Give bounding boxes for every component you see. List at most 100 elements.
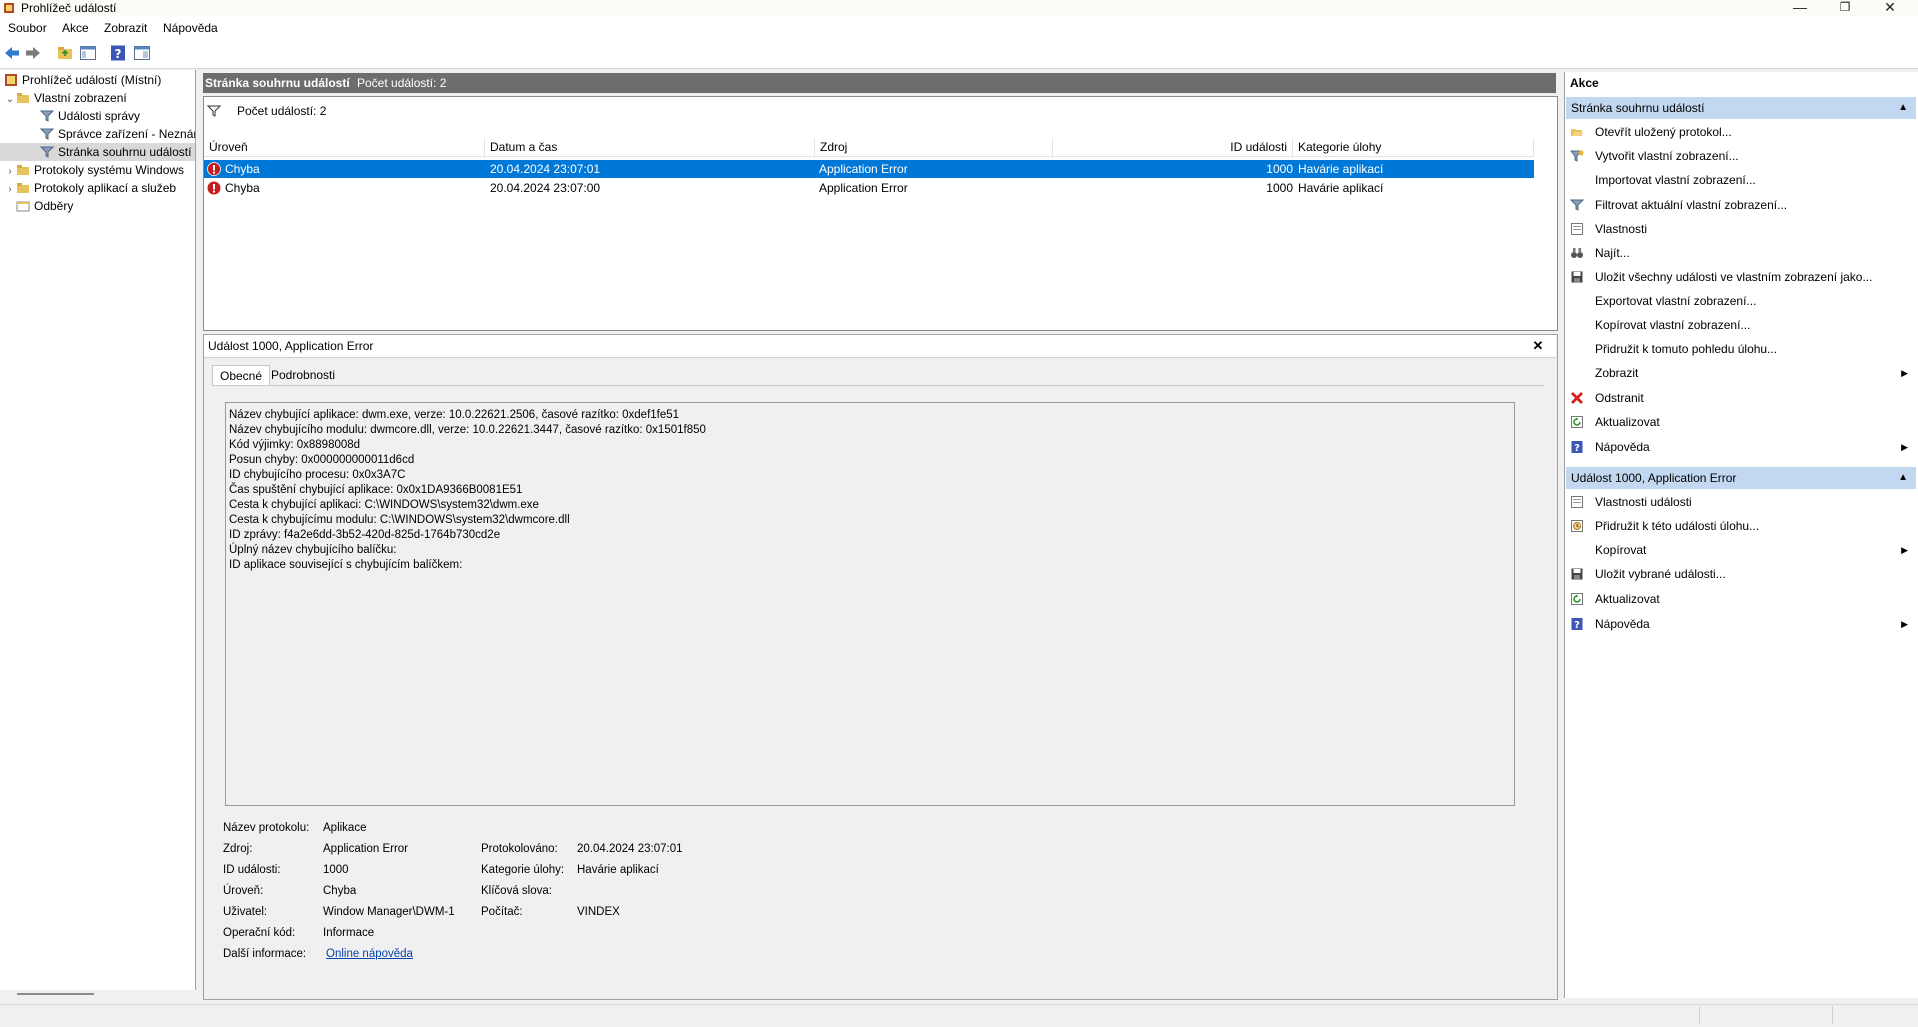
tree-item-admin-events[interactable]: Události správy <box>0 107 195 125</box>
center-header-count: Počet událostí: 2 <box>357 76 447 90</box>
cell-datetime: 20.04.2024 23:07:00 <box>490 181 601 195</box>
action-filter-current-view[interactable]: Filtrovat aktuální vlastní zobrazení... <box>1566 193 1916 217</box>
show-hide-action-pane-icon[interactable] <box>133 44 151 62</box>
menu-napoveda[interactable]: Nápověda <box>163 16 218 40</box>
back-arrow-icon[interactable] <box>3 44 21 62</box>
action-label: Přidružit k této události úlohu... <box>1595 519 1760 533</box>
delete-x-icon <box>1571 392 1583 404</box>
properties-icon <box>1571 496 1583 508</box>
maximize-button[interactable]: ❐ <box>1823 0 1867 16</box>
minimize-button[interactable]: — <box>1778 0 1822 16</box>
tree-item-subscriptions[interactable]: Odběry <box>0 197 195 215</box>
field-label-event-id: ID události: <box>223 864 281 876</box>
action-view-submenu[interactable]: Zobrazit ▶ <box>1566 361 1916 385</box>
refresh-icon <box>1571 416 1583 428</box>
description-line: Název chybující aplikace: dwm.exe, verze… <box>229 409 680 421</box>
action-event-properties[interactable]: Vlastnosti události <box>1566 490 1916 514</box>
chevron-down-icon[interactable]: ⌄ <box>4 91 16 109</box>
event-description-box[interactable] <box>225 402 1515 806</box>
tree-label-subscriptions: Odběry <box>34 199 74 213</box>
forward-arrow-icon[interactable] <box>24 44 42 62</box>
field-label-user: Uživatel: <box>223 906 268 918</box>
action-label: Aktualizovat <box>1595 415 1660 429</box>
tab-details[interactable]: Podrobnosti <box>264 365 342 385</box>
filter-icon <box>40 146 54 158</box>
actions-title: Akce <box>1564 72 1918 94</box>
tree-item-summary-page[interactable]: Stránka souhrnu událostí <box>0 143 195 161</box>
action-export-custom-view[interactable]: Exportovat vlastní zobrazení... <box>1566 289 1916 313</box>
action-label: Vlastnosti události <box>1595 495 1692 509</box>
table-row[interactable]: Chyba 20.04.2024 23:07:00 Application Er… <box>204 179 1534 197</box>
collapse-up-icon[interactable]: ▲ <box>1898 97 1908 119</box>
description-line: Cesta k chybujícímu modulu: C:\WINDOWS\s… <box>229 514 570 526</box>
action-copy-submenu[interactable]: Kopírovat ▶ <box>1566 538 1916 562</box>
field-value-log-name: Aplikace <box>323 822 367 834</box>
action-label: Exportovat vlastní zobrazení... <box>1595 294 1757 308</box>
action-copy-custom-view[interactable]: Kopírovat vlastní zobrazení... <box>1566 313 1916 337</box>
help-icon[interactable]: ? <box>109 44 127 62</box>
tab-divider <box>212 385 1544 386</box>
field-value-task-category: Havárie aplikací <box>577 864 659 876</box>
tree-item-custom-views[interactable]: ⌄ Vlastní zobrazení <box>0 89 195 107</box>
action-label: Importovat vlastní zobrazení... <box>1595 173 1756 187</box>
field-value-user: Window Manager\DWM-1 <box>323 906 455 918</box>
action-save-all-events[interactable]: Uložit všechny události ve vlastním zobr… <box>1566 265 1916 289</box>
section-event-1000[interactable]: Událost 1000, Application Error ▲ <box>1566 467 1916 489</box>
cell-task-category: Havárie aplikací <box>1298 162 1384 176</box>
action-label: Přidružit k tomuto pohledu úlohu... <box>1595 342 1778 356</box>
action-create-custom-view[interactable]: Vytvořit vlastní zobrazení... <box>1566 144 1916 168</box>
tree-item-device-manager[interactable]: Správce zařízení - Neznár <box>0 125 195 143</box>
action-help-submenu[interactable]: ? Nápověda ▶ <box>1566 435 1916 459</box>
action-attach-task-to-view[interactable]: Přidružit k tomuto pohledu úlohu... <box>1566 337 1916 361</box>
error-icon <box>207 162 221 176</box>
description-line: Cesta k chybující aplikaci: C:\WINDOWS\s… <box>229 499 539 511</box>
tree-horizontal-scrollbar[interactable] <box>17 993 94 995</box>
menu-akce[interactable]: Akce <box>62 16 89 40</box>
close-button[interactable]: ✕ <box>1868 0 1912 16</box>
action-label: Vlastnosti <box>1595 222 1648 236</box>
description-line: ID zprávy: f4a2e6dd-3b52-420d-825d-1764b… <box>229 529 501 541</box>
action-refresh[interactable]: Aktualizovat <box>1566 410 1916 434</box>
section-event-1000-label: Událost 1000, Application Error <box>1571 471 1737 485</box>
action-save-selected-events[interactable]: Uložit vybrané události... <box>1566 562 1916 586</box>
column-header-datetime[interactable]: Datum a čas <box>485 138 815 156</box>
show-hide-tree-icon[interactable] <box>79 44 97 62</box>
collapse-up-icon[interactable]: ▲ <box>1898 467 1908 489</box>
table-row[interactable]: Chyba 20.04.2024 23:07:01 Application Er… <box>204 160 1534 178</box>
column-header-level[interactable]: Úroveň <box>204 138 485 156</box>
action-import-custom-view[interactable]: Importovat vlastní zobrazení... <box>1566 168 1916 192</box>
action-open-saved-log[interactable]: Otevřít uložený protokol... <box>1566 120 1916 144</box>
action-find[interactable]: Najít... <box>1566 241 1916 265</box>
action-refresh-event[interactable]: Aktualizovat <box>1566 587 1916 611</box>
column-header-event-id[interactable]: ID události <box>1053 138 1293 156</box>
action-help-event-submenu[interactable]: ? Nápověda ▶ <box>1566 612 1916 636</box>
close-icon[interactable]: ✕ <box>1530 335 1546 357</box>
action-delete[interactable]: Odstranit <box>1566 386 1916 410</box>
online-help-link[interactable]: Online nápověda <box>326 944 413 965</box>
action-label: Aktualizovat <box>1595 592 1660 606</box>
menu-bar <box>0 16 1918 40</box>
tree-item-root[interactable]: Prohlížeč událostí (Místní) <box>0 71 195 89</box>
tree-item-app-service-logs[interactable]: › Protokoly aplikací a služeb <box>0 179 195 197</box>
tab-general[interactable]: Obecné <box>212 365 271 386</box>
event-detail-title: Událost 1000, Application Error <box>208 339 374 353</box>
error-icon <box>207 181 221 195</box>
status-divider <box>1699 1006 1700 1024</box>
column-header-task-category[interactable]: Kategorie úlohy <box>1293 138 1534 156</box>
column-header-source[interactable]: Zdroj <box>815 138 1053 156</box>
field-label-opcode: Operační kód: <box>223 927 296 939</box>
up-folder-icon[interactable] <box>56 44 74 62</box>
section-summary-page[interactable]: Stránka souhrnu událostí ▲ <box>1566 97 1916 119</box>
menu-zobrazit[interactable]: Zobrazit <box>104 16 147 40</box>
tree-label-windows-logs: Protokoly systému Windows <box>34 163 185 177</box>
chevron-right-icon[interactable]: › <box>4 181 16 199</box>
tree-item-windows-logs[interactable]: › Protokoly systému Windows <box>0 161 195 179</box>
action-attach-task-to-event[interactable]: Přidružit k této události úlohu... <box>1566 514 1916 538</box>
menu-soubor[interactable]: Soubor <box>8 16 47 40</box>
action-properties[interactable]: Vlastnosti <box>1566 217 1916 241</box>
save-icon <box>1571 568 1583 580</box>
save-icon <box>1571 271 1583 283</box>
cell-level: Chyba <box>225 162 260 176</box>
tree-label-app-service-logs: Protokoly aplikací a služeb <box>34 181 177 195</box>
status-bar <box>0 1004 1918 1027</box>
